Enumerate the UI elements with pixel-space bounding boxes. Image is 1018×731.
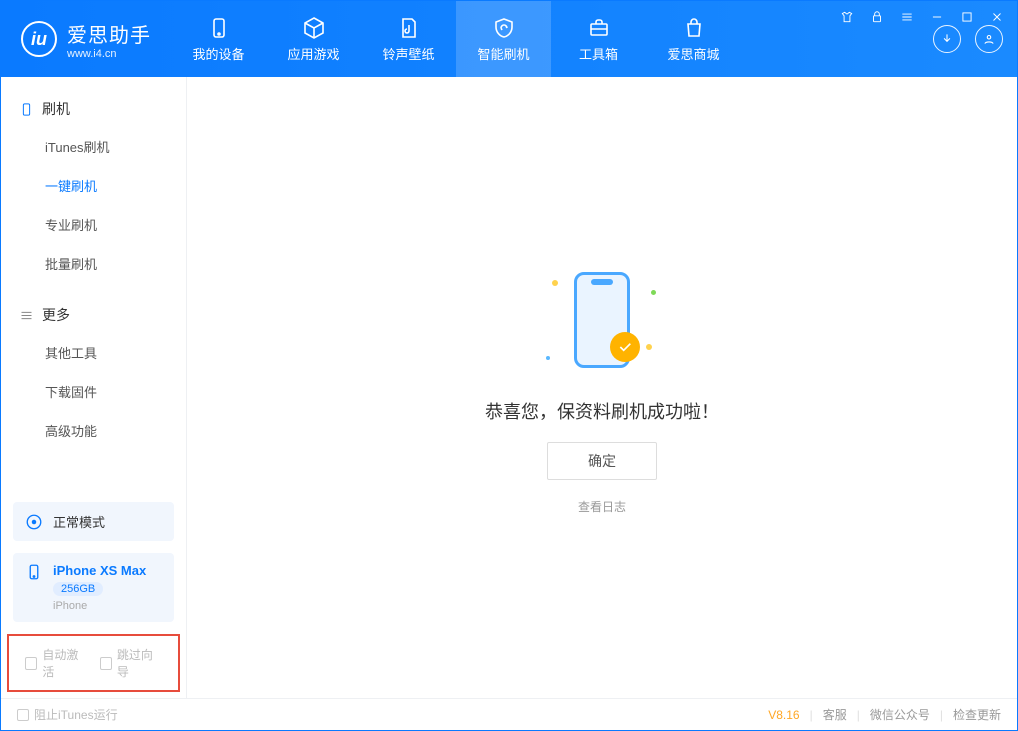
close-button[interactable] <box>987 7 1007 27</box>
tab-label: 智能刷机 <box>477 44 529 63</box>
success-illustration <box>542 260 662 380</box>
status-bar: 阻止iTunes运行 V8.16 | 客服 | 微信公众号 | 检查更新 <box>1 698 1017 730</box>
sidebar-section-more: 更多 <box>1 297 186 333</box>
window-controls <box>837 7 1007 27</box>
sidebar-item-pro-flash[interactable]: 专业刷机 <box>1 205 186 244</box>
download-button[interactable] <box>933 25 961 53</box>
music-file-icon <box>397 16 421 40</box>
tab-label: 爱思商城 <box>667 44 719 63</box>
main-content: 恭喜您，保资料刷机成功啦！ 确定 查看日志 <box>187 77 1017 698</box>
version-label: V8.16 <box>768 708 799 722</box>
sidebar-section-flash: 刷机 <box>1 91 186 127</box>
section-label: 更多 <box>42 305 70 325</box>
logo-icon: iu <box>21 21 57 57</box>
minimize-button[interactable] <box>927 7 947 27</box>
lock-icon[interactable] <box>867 7 887 27</box>
checkbox-label: 阻止iTunes运行 <box>34 706 118 723</box>
tab-my-device[interactable]: 我的设备 <box>171 1 266 77</box>
footer-link-service[interactable]: 客服 <box>823 706 847 723</box>
shirt-icon[interactable] <box>837 7 857 27</box>
footer-link-update[interactable]: 检查更新 <box>953 706 1001 723</box>
success-message: 恭喜您，保资料刷机成功啦！ <box>485 398 719 424</box>
maximize-button[interactable] <box>957 7 977 27</box>
sidebar-item-other-tools[interactable]: 其他工具 <box>1 333 186 372</box>
checkbox-block-itunes[interactable]: 阻止iTunes运行 <box>17 706 118 723</box>
tab-label: 我的设备 <box>192 44 244 63</box>
device-capacity: 256GB <box>53 582 103 596</box>
checkbox-label: 自动激活 <box>42 646 87 680</box>
menu-icon[interactable] <box>897 7 917 27</box>
tab-apps-games[interactable]: 应用游戏 <box>266 1 361 77</box>
sidebar-item-itunes-flash[interactable]: iTunes刷机 <box>1 127 186 166</box>
device-name: iPhone XS Max <box>53 563 146 578</box>
bag-icon <box>682 16 706 40</box>
flash-options-highlighted: 自动激活 跳过向导 <box>7 634 180 692</box>
app-logo: iu 爱思助手 www.i4.cn <box>1 19 171 60</box>
briefcase-icon <box>587 16 611 40</box>
sidebar-item-oneclick-flash[interactable]: 一键刷机 <box>1 166 186 205</box>
app-name: 爱思助手 <box>67 19 151 48</box>
mode-label: 正常模式 <box>53 512 105 531</box>
tab-label: 应用游戏 <box>287 44 339 63</box>
phone-icon <box>207 16 231 40</box>
device-type: iPhone <box>53 600 146 612</box>
sidebar: 刷机 iTunes刷机 一键刷机 专业刷机 批量刷机 更多 其他工具 下载固件 … <box>1 77 187 698</box>
list-icon <box>19 308 34 323</box>
checkbox-skip-guide[interactable]: 跳过向导 <box>100 646 163 680</box>
device-icon <box>19 102 34 117</box>
mode-card[interactable]: 正常模式 <box>13 502 174 541</box>
phone-icon <box>25 563 43 581</box>
check-badge-icon <box>610 332 640 362</box>
tab-smart-flash[interactable]: 智能刷机 <box>456 1 551 77</box>
tab-label: 铃声壁纸 <box>382 44 434 63</box>
footer-link-wechat[interactable]: 微信公众号 <box>870 706 930 723</box>
profile-button[interactable] <box>975 25 1003 53</box>
tab-ringtone-wallpaper[interactable]: 铃声壁纸 <box>361 1 456 77</box>
cube-icon <box>302 16 326 40</box>
section-label: 刷机 <box>42 99 70 119</box>
mode-icon <box>25 513 43 531</box>
sidebar-item-advanced[interactable]: 高级功能 <box>1 411 186 450</box>
shield-refresh-icon <box>492 16 516 40</box>
tab-toolbox[interactable]: 工具箱 <box>551 1 646 77</box>
tab-store[interactable]: 爱思商城 <box>646 1 741 77</box>
app-url: www.i4.cn <box>67 48 151 60</box>
device-card[interactable]: iPhone XS Max 256GB iPhone <box>13 553 174 622</box>
checkbox-label: 跳过向导 <box>117 646 162 680</box>
ok-button[interactable]: 确定 <box>547 442 657 480</box>
sidebar-item-batch-flash[interactable]: 批量刷机 <box>1 244 186 283</box>
sidebar-item-download-firmware[interactable]: 下载固件 <box>1 372 186 411</box>
checkbox-auto-activate[interactable]: 自动激活 <box>25 646 88 680</box>
tab-label: 工具箱 <box>579 44 618 63</box>
view-log-link[interactable]: 查看日志 <box>578 498 626 515</box>
